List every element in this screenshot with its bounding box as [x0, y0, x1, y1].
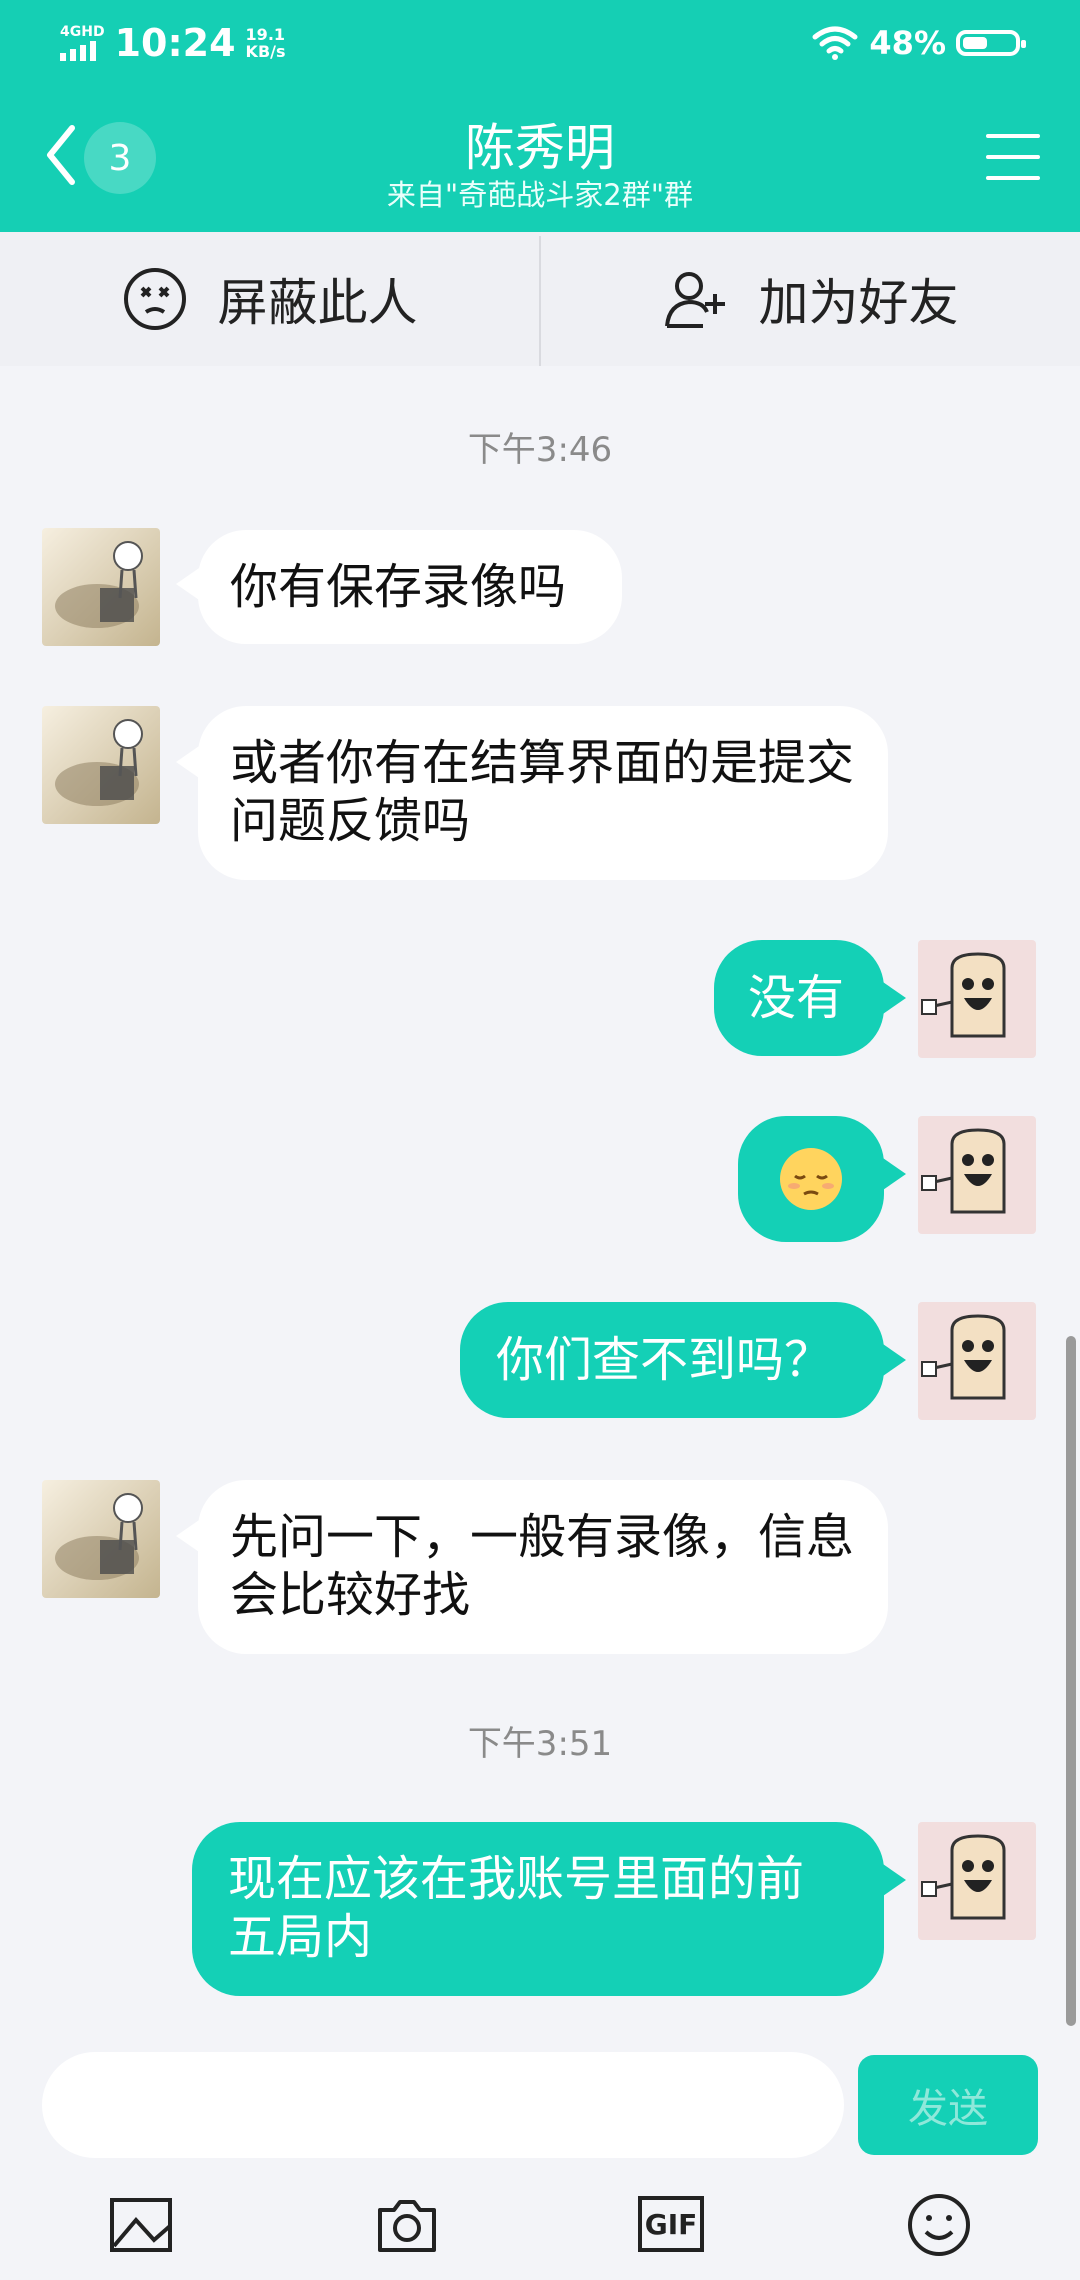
add-friend-label: 加为好友 [758, 274, 959, 332]
signal-icon: 4GHD [60, 25, 105, 61]
message-bubble[interactable]: 你们查不到吗？ [460, 1302, 884, 1418]
status-bar-right: 48% [811, 18, 1026, 68]
my-avatar[interactable] [918, 1302, 1036, 1420]
network-speed: 19.1 KB/s [245, 25, 286, 61]
image-icon[interactable] [106, 2190, 176, 2260]
battery-percent: 48% [869, 24, 946, 62]
add-user-icon [664, 272, 725, 328]
contact-avatar[interactable] [42, 1480, 160, 1598]
message-input[interactable] [42, 2052, 844, 2158]
my-avatar[interactable] [918, 1116, 1036, 1234]
battery-icon [956, 30, 1026, 56]
message-bubble[interactable]: 或者你有在结算界面的是提交问题反馈吗 [198, 706, 888, 880]
block-face-icon [123, 268, 186, 330]
block-user-button[interactable]: 屏蔽此人 [0, 232, 539, 366]
contact-avatar[interactable] [42, 528, 160, 646]
gif-icon[interactable]: GIF [638, 2196, 704, 2252]
message-bubble[interactable]: 先问一下，一般有录像，信息会比较好找 [198, 1480, 888, 1654]
chat-title: 陈秀明 [465, 119, 615, 177]
pensive-emoji-icon [780, 1148, 842, 1210]
wifi-icon [812, 26, 858, 60]
add-friend-button[interactable]: 加为好友 [541, 232, 1080, 366]
menu-icon[interactable] [986, 134, 1040, 180]
message-bubble[interactable]: 现在应该在我账号里面的前五局内 [192, 1822, 884, 1996]
timestamp: 下午3:46 [467, 430, 613, 470]
battery-level [963, 37, 987, 49]
message-bubble[interactable]: 你有保存录像吗 [198, 530, 622, 644]
status-bar-left: 4GHD 10:24 19.1 KB/s [60, 18, 286, 68]
my-avatar[interactable] [918, 940, 1036, 1058]
contact-avatar[interactable] [42, 706, 160, 824]
status-time: 10:24 [114, 21, 236, 65]
chat-subtitle: 来自"奇葩战斗家2群"群 [386, 178, 694, 212]
emoji-icon[interactable] [904, 2190, 974, 2260]
timestamp: 下午3:51 [467, 1724, 613, 1764]
camera-icon[interactable] [372, 2190, 442, 2260]
block-user-label: 屏蔽此人 [217, 274, 418, 332]
send-button[interactable]: 发送 [858, 2055, 1038, 2155]
message-bubble[interactable] [738, 1116, 884, 1242]
chat-scrollbar[interactable] [1066, 1336, 1076, 2026]
my-avatar[interactable] [918, 1822, 1036, 1940]
message-bubble[interactable]: 没有 [714, 940, 884, 1056]
